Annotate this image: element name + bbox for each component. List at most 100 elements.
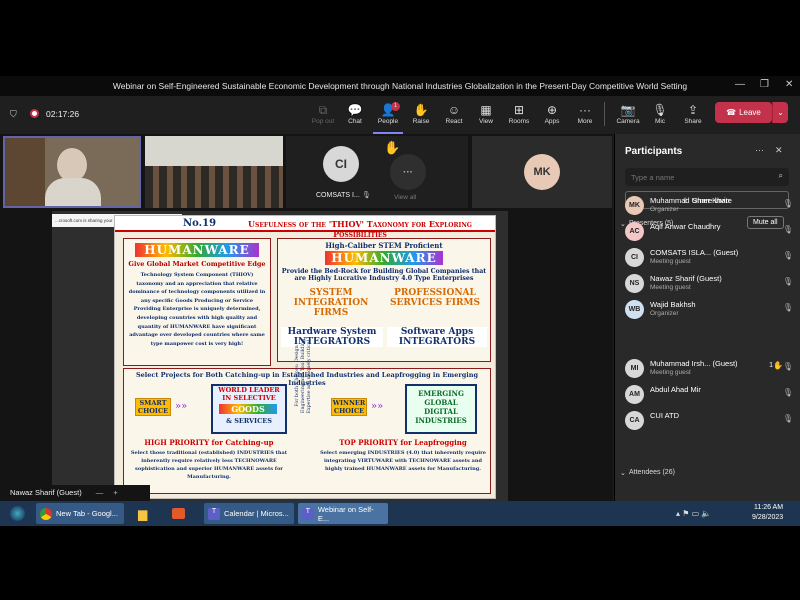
taskbar-teams-calendar[interactable]: T Calendar | Micros... [204, 503, 294, 524]
avatar: NS [625, 274, 644, 293]
search-input[interactable] [631, 171, 761, 183]
avatar: CA [625, 411, 644, 430]
close-panel-icon[interactable]: ✕ [775, 145, 783, 156]
teams-window: Webinar on Self-Engineered Sustainable E… [0, 76, 800, 501]
sif-text: SYSTEM INTEGRATION FIRMS [293, 288, 369, 318]
goods-text: GOODS [219, 404, 277, 414]
apps-button[interactable]: ⊕ Apps [537, 104, 567, 126]
mic-off-icon: 🎙 [362, 192, 371, 199]
participant-name: Muhammad Umer Khan [650, 196, 730, 205]
audience-image [145, 166, 283, 208]
taskbar-app[interactable] [168, 503, 194, 524]
participant-row[interactable]: NS Nawaz Sharif (Guest) Meeting guest 🎙 [625, 272, 795, 296]
camera-button[interactable]: 📷 Camera [613, 104, 643, 126]
participant-row[interactable]: WB Wajid Bakhsh Organizer 🎙 [625, 298, 795, 322]
windows-logo-icon [9, 506, 25, 521]
react-button[interactable]: ☺ React [439, 104, 469, 126]
participant-row[interactable]: CI COMSATS ISLA... (Guest) Meeting guest 🎙 [625, 246, 795, 270]
window-title: Webinar on Self-Engineered Sustainable E… [112, 81, 688, 91]
participant-row[interactable]: MI Muhammad Irsh... (Guest) Meeting guest 1… [625, 357, 795, 381]
participant-name: Nawaz Sharif (Guest) [650, 274, 722, 283]
grid-view-icon: ▦ [480, 103, 492, 117]
psf-text: PROFESSIONAL SERVICES FIRMS [390, 288, 480, 308]
mic-status-icon[interactable]: 🎙 [783, 414, 793, 423]
video-tile-classroom[interactable] [145, 136, 283, 208]
presenter-name-label: Nawaz Sharif (Guest) — + [0, 485, 150, 501]
participant-name: Abdul Ahad Mir [650, 385, 701, 394]
restore-icon[interactable]: ❐ [760, 79, 769, 90]
chevron-down-icon: ⌄ [777, 108, 784, 117]
teams-icon: T [208, 507, 220, 520]
title-bar: Webinar on Self-Engineered Sustainable E… [0, 76, 800, 96]
app-icon [172, 508, 185, 519]
video-tile-mk[interactable]: MK [472, 136, 612, 208]
mic-status-icon[interactable]: 🎙 [783, 251, 793, 260]
top-priority-text: TOP PRIORITY for Leapfrogging [339, 438, 467, 447]
bedrock-text: Provide the Bed-Rock for Building Global… [281, 268, 487, 282]
raise-hand-button[interactable]: ✋ Raise [406, 103, 436, 126]
speaker-body-image [45, 178, 101, 206]
mic-status-icon[interactable]: 🎙 [783, 199, 793, 208]
chat-button[interactable]: 💬 Chat [340, 103, 370, 126]
arrow-icon: »» [175, 401, 188, 412]
clock-time: 11:26 AM [754, 504, 784, 511]
more-button[interactable]: ··· More [570, 104, 600, 126]
more-options-icon[interactable]: ··· [755, 145, 764, 155]
stem-title: High-Caliber STEM Proficient [325, 241, 443, 250]
presentation-slide: No.19 Usefulness of the 'THIOV' Taxonomy… [114, 215, 496, 499]
services-text: & SERVICES [226, 417, 272, 425]
humanware-title-2: HUMANWARE [325, 251, 443, 265]
search-field[interactable]: ⌕ [625, 168, 789, 186]
zoom-in-icon[interactable]: + [113, 488, 117, 497]
arrow-icon: »» [371, 401, 384, 412]
toolbar-divider [604, 102, 605, 126]
top-priority-body: Select emerging INDUSTRIES (4.0) that in… [320, 450, 486, 472]
video-tile-comsats[interactable]: CI COMSATS I... 🎙 ✋ ··· View all [286, 136, 468, 208]
close-icon[interactable]: ✕ [785, 79, 793, 90]
participant-row[interactable]: CA CUI ATD 🎙 [625, 409, 795, 433]
slide-title: Usefulness of the 'THIOV' Taxonomy for E… [248, 219, 472, 239]
video-tile-speaker[interactable] [3, 136, 141, 208]
people-badge: 1 [391, 102, 400, 111]
winner-choice: WINNER CHOICE [331, 398, 367, 416]
minimize-icon[interactable]: — [735, 79, 745, 90]
tray-icons[interactable]: ▴ ⚑ ▭ 🔈 [676, 509, 711, 518]
pop-out-button[interactable]: ⧉ Pop out [308, 104, 338, 126]
mic-status-icon[interactable]: 🎙 [783, 303, 793, 312]
people-button[interactable]: 👤 People 1 [373, 102, 403, 134]
view-all-icon[interactable]: ··· [390, 154, 426, 190]
view-all-label[interactable]: View all [394, 194, 416, 201]
clock-date: 9/28/2023 [752, 514, 784, 521]
share-button[interactable]: ⇪ Share [678, 103, 708, 126]
shield-icon[interactable]: ⛉ [10, 109, 17, 120]
taskbar-chrome[interactable]: New Tab - Googl... [36, 503, 124, 524]
participant-name: CUI ATD [650, 411, 680, 420]
mic-status-icon[interactable]: 🎙 [783, 277, 793, 286]
emerging-industries: EMERGING GLOBAL DIGITAL INDUSTRIES [405, 384, 477, 434]
view-button[interactable]: ▦ View [471, 103, 501, 126]
start-button[interactable] [4, 503, 30, 524]
mic-status-icon[interactable]: 🎙 [783, 225, 793, 234]
avatar: CI [323, 146, 359, 182]
hand-icon: ✋ [413, 103, 429, 117]
mic-status-icon[interactable]: 🎙 [783, 388, 793, 397]
share-icon: ⇪ [687, 103, 699, 117]
participant-row[interactable]: AC Aqif Anwar Chaudhry 🎙 [625, 220, 795, 244]
zoom-out-icon[interactable]: — [96, 488, 104, 497]
sai-text: Software Apps INTEGRATORS [387, 327, 487, 347]
avatar: MK [524, 154, 560, 190]
leave-options-button[interactable]: ⌄ [772, 102, 788, 123]
leave-button[interactable]: ☎ Leave [715, 102, 772, 123]
mic-status-icon[interactable]: 🎙 [783, 362, 793, 371]
participant-row[interactable]: AM Abdul Ahad Mir 🎙 [625, 383, 795, 407]
attendees-section-toggle[interactable]: ⌄ [620, 469, 626, 477]
taskbar-teams-webinar[interactable]: T Webinar on Self-E... [298, 503, 388, 524]
rooms-button[interactable]: ⊞ Rooms [504, 104, 534, 126]
mic-button[interactable]: 🎙 Mic [645, 104, 675, 126]
participant-name: Aqif Anwar Chaudhry [650, 222, 721, 231]
participant-row[interactable]: MK Muhammad Umer Khan Organizer 🎙 [625, 194, 795, 218]
avatar: AM [625, 385, 644, 404]
chat-icon: 💬 [347, 103, 363, 117]
phone-icon: ☎ [726, 108, 737, 117]
taskbar-file-explorer[interactable]: ▆ [134, 503, 158, 524]
